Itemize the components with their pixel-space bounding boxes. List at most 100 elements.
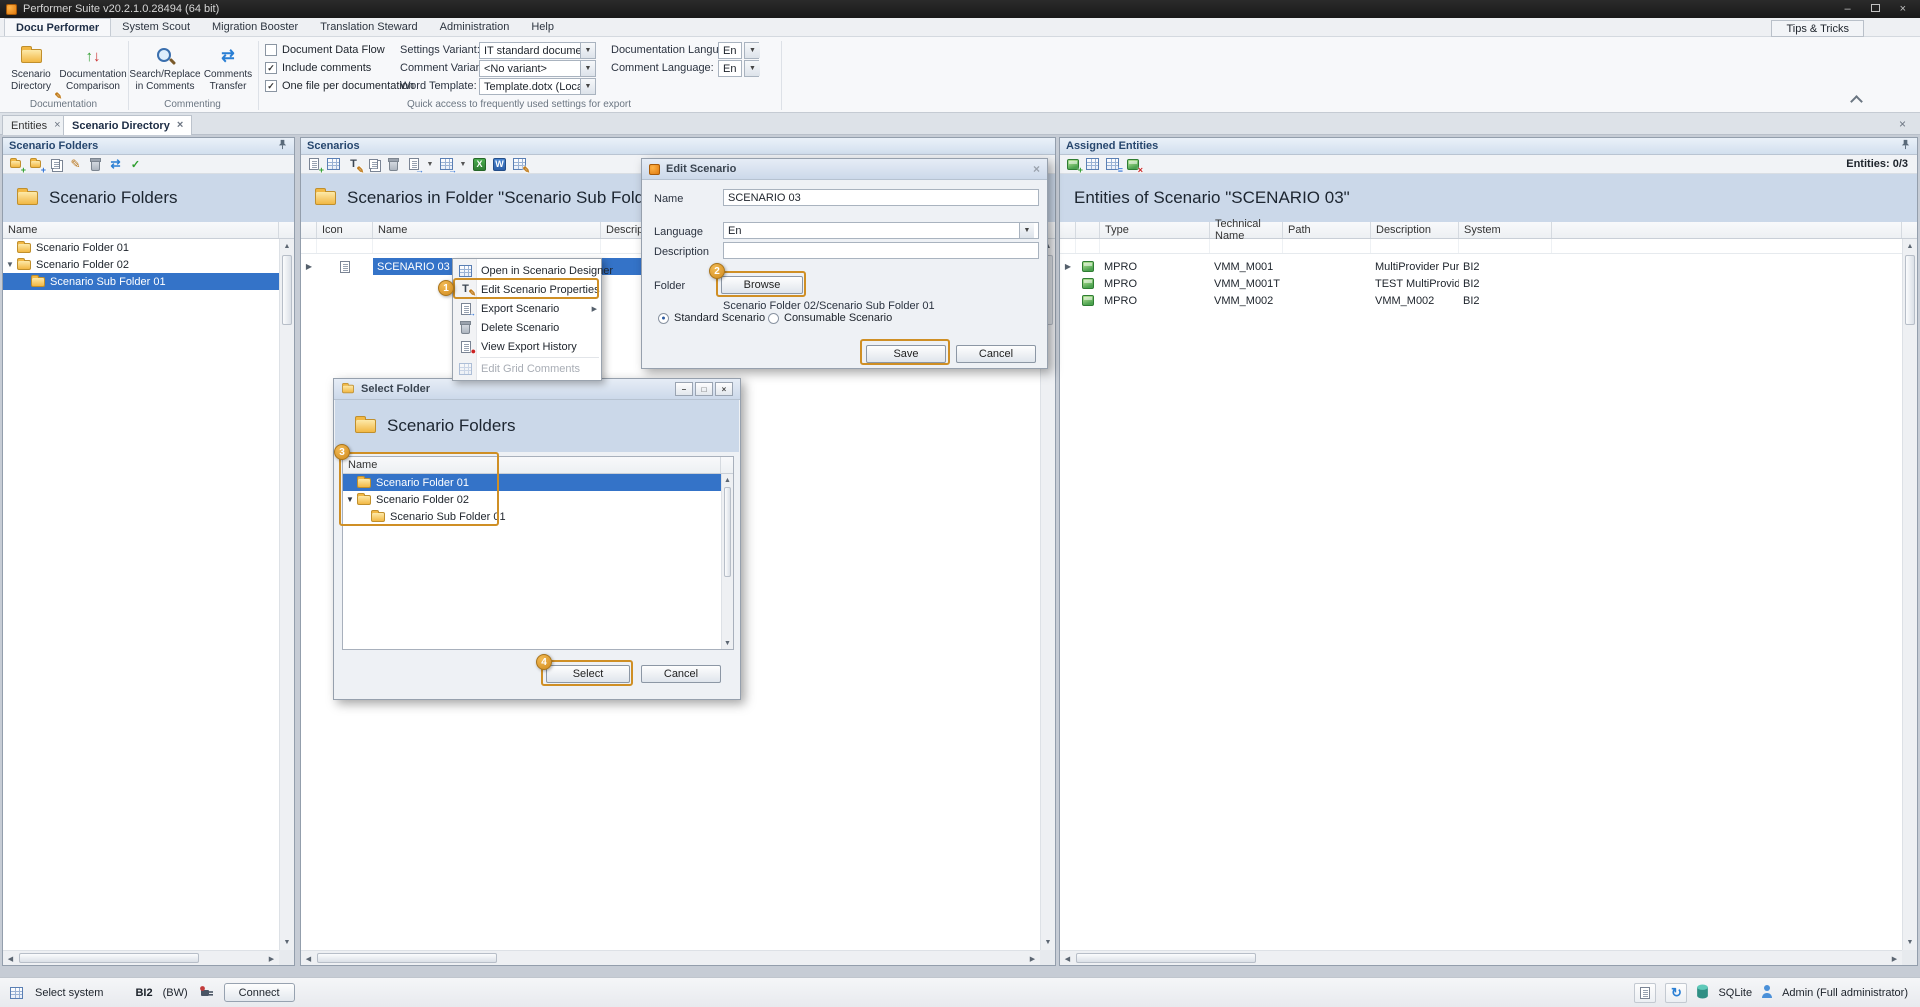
tab-system-scout[interactable]: System Scout: [111, 18, 201, 36]
new-subfolder-button[interactable]: +: [27, 156, 44, 172]
scrollbar-thumb[interactable]: [1905, 255, 1915, 325]
comments-transfer-button[interactable]: ⇄ Comments Transfer: [200, 40, 256, 98]
close-tab-icon[interactable]: ×: [54, 120, 60, 131]
close-tab-icon[interactable]: ×: [177, 120, 183, 131]
browse-button[interactable]: Browse: [721, 276, 803, 294]
export-documentation-button[interactable]: →: [438, 156, 455, 172]
radio-standard-scenario[interactable]: ● Standard Scenario: [658, 311, 765, 325]
scroll-down-icon[interactable]: ▼: [280, 935, 294, 950]
column-header-path[interactable]: Path: [1283, 222, 1371, 238]
documentation-language-select[interactable]: En: [718, 42, 742, 59]
select-button[interactable]: Select: [546, 665, 630, 683]
entity-row[interactable]: MPRO VMM_M002 VMM_M002 BI2: [1060, 292, 1917, 309]
scroll-up-icon[interactable]: ▲: [1903, 239, 1917, 254]
dialog-minimize-button[interactable]: –: [675, 382, 693, 396]
tab-migration-booster[interactable]: Migration Booster: [201, 18, 309, 36]
vertical-scrollbar[interactable]: ▲ ▼: [1902, 239, 1917, 950]
description-input[interactable]: [723, 242, 1039, 259]
documentation-comparison-button[interactable]: ↑↓ Documentation Comparison: [60, 40, 126, 98]
rename-folder-button[interactable]: ✎: [67, 156, 84, 172]
entity-row[interactable]: MPRO VMM_M001T TEST MultiProvider... BI2: [1060, 275, 1917, 292]
expander-icon[interactable]: ▼: [3, 260, 17, 269]
connect-button[interactable]: Connect: [224, 983, 295, 1002]
log-icon[interactable]: [1634, 983, 1656, 1003]
entity-grid-button[interactable]: ≡: [1104, 156, 1121, 172]
pin-icon[interactable]: [1900, 139, 1911, 153]
word-export-button[interactable]: W: [491, 156, 508, 172]
scroll-down-icon[interactable]: ▼: [722, 637, 733, 649]
column-header-technical-name[interactable]: Technical Name: [1210, 222, 1283, 238]
save-button[interactable]: Save: [866, 345, 946, 363]
scroll-down-icon[interactable]: ▼: [1041, 935, 1055, 950]
dropdown-arrow-icon[interactable]: ▼: [580, 79, 595, 94]
scroll-right-icon[interactable]: ▶: [1887, 951, 1902, 966]
edit-scenario-properties-button[interactable]: T✎: [345, 156, 362, 172]
menu-item-view-export-history[interactable]: ● View Export History: [453, 337, 601, 356]
delete-folder-button[interactable]: [87, 156, 104, 172]
horizontal-scrollbar[interactable]: ◀ ▶: [1060, 950, 1902, 965]
tab-administration[interactable]: Administration: [429, 18, 521, 36]
menu-item-edit-scenario-properties[interactable]: T✎ Edit Scenario Properties: [453, 280, 601, 299]
sync-folders-button[interactable]: ⇄: [107, 156, 124, 172]
dropdown-arrow-icon[interactable]: ▼: [580, 43, 595, 58]
menu-item-export-scenario[interactable]: → Export Scenario ▶: [453, 299, 601, 318]
add-entity-button[interactable]: +: [1064, 156, 1081, 172]
system-list-icon[interactable]: [8, 985, 25, 1001]
column-header-icon[interactable]: Icon: [317, 222, 373, 238]
comment-language-dropdown[interactable]: ▼: [744, 60, 759, 77]
column-header-description[interactable]: Description: [1371, 222, 1459, 238]
tab-translation-steward[interactable]: Translation Steward: [309, 18, 428, 36]
tree-item-scenario-sub-folder-01[interactable]: Scenario Sub Folder 01: [343, 508, 733, 525]
cancel-button[interactable]: Cancel: [956, 345, 1036, 363]
radio-consumable-scenario[interactable]: Consumable Scenario: [768, 311, 892, 325]
column-header-type[interactable]: Type: [1100, 222, 1210, 238]
scenario-designer-button[interactable]: [325, 156, 342, 172]
menu-item-open-in-scenario-designer[interactable]: Open in Scenario Designer: [453, 261, 601, 280]
collapse-ribbon-icon[interactable]: [1850, 95, 1863, 108]
scroll-up-icon[interactable]: ▲: [722, 474, 733, 486]
scrollbar-thumb[interactable]: [317, 953, 497, 963]
export-documentation-dropdown-icon[interactable]: ▼: [458, 161, 468, 168]
entity-row[interactable]: ▶ MPRO VMM_M001 MultiProvider Purc... BI…: [1060, 258, 1917, 275]
tree-item-scenario-folder-01[interactable]: Scenario Folder 01: [343, 474, 721, 491]
export-scenario-button[interactable]: →: [405, 156, 422, 172]
window-minimize-button[interactable]: –: [1844, 4, 1850, 15]
column-header-system[interactable]: System: [1459, 222, 1552, 238]
cancel-button[interactable]: Cancel: [641, 665, 721, 683]
tree-item-scenario-folder-02[interactable]: ▼ Scenario Folder 02: [343, 491, 733, 508]
tree-item-scenario-sub-folder-01[interactable]: Scenario Sub Folder 01: [3, 273, 294, 290]
dropdown-arrow-icon[interactable]: ▼: [1019, 223, 1034, 238]
horizontal-scrollbar[interactable]: ◀ ▶: [3, 950, 279, 965]
dialog-close-icon[interactable]: ×: [1033, 163, 1040, 175]
word-template-select[interactable]: Template.dotx (Local) ▼: [479, 78, 596, 95]
scroll-left-icon[interactable]: ◀: [3, 951, 18, 966]
scroll-left-icon[interactable]: ◀: [301, 951, 316, 966]
dialog-maximize-button[interactable]: □: [695, 382, 713, 396]
validate-folders-button[interactable]: ✓: [127, 156, 144, 172]
tree-item-scenario-folder-02[interactable]: ▼ Scenario Folder 02: [3, 256, 294, 273]
language-select[interactable]: En ▼: [723, 222, 1039, 239]
horizontal-scrollbar[interactable]: ◀ ▶: [301, 950, 1040, 965]
entity-overview-button[interactable]: [1084, 156, 1101, 172]
menu-item-delete-scenario[interactable]: Delete Scenario: [453, 318, 601, 337]
checkbox-one-file-per-documentation[interactable]: ✓ One file per documentation: [265, 79, 414, 93]
select-system-button[interactable]: Select system: [35, 987, 103, 999]
refresh-icon[interactable]: ↻: [1665, 983, 1687, 1003]
comment-language-select[interactable]: En: [718, 60, 742, 77]
copy-folder-button[interactable]: [47, 156, 64, 172]
scroll-left-icon[interactable]: ◀: [1060, 951, 1075, 966]
column-header-name[interactable]: Name: [3, 222, 279, 238]
search-replace-comments-button[interactable]: Search/Replace in Comments: [132, 40, 198, 98]
window-maximize-button[interactable]: [1871, 4, 1880, 15]
scrollbar-thumb[interactable]: [19, 953, 199, 963]
vertical-scrollbar[interactable]: ▲ ▼: [721, 474, 733, 649]
tab-docu-performer[interactable]: Docu Performer: [4, 18, 111, 36]
doc-tab-entities[interactable]: Entities ×: [2, 115, 70, 135]
close-document-icon[interactable]: ×: [1899, 118, 1906, 130]
new-folder-button[interactable]: +: [7, 156, 24, 172]
dropdown-arrow-icon[interactable]: ▼: [580, 61, 595, 76]
documentation-language-dropdown[interactable]: ▼: [744, 42, 759, 59]
tips-and-tricks-button[interactable]: Tips & Tricks: [1771, 20, 1864, 37]
vertical-scrollbar[interactable]: ▲ ▼: [279, 239, 294, 950]
new-scenario-button[interactable]: +: [305, 156, 322, 172]
